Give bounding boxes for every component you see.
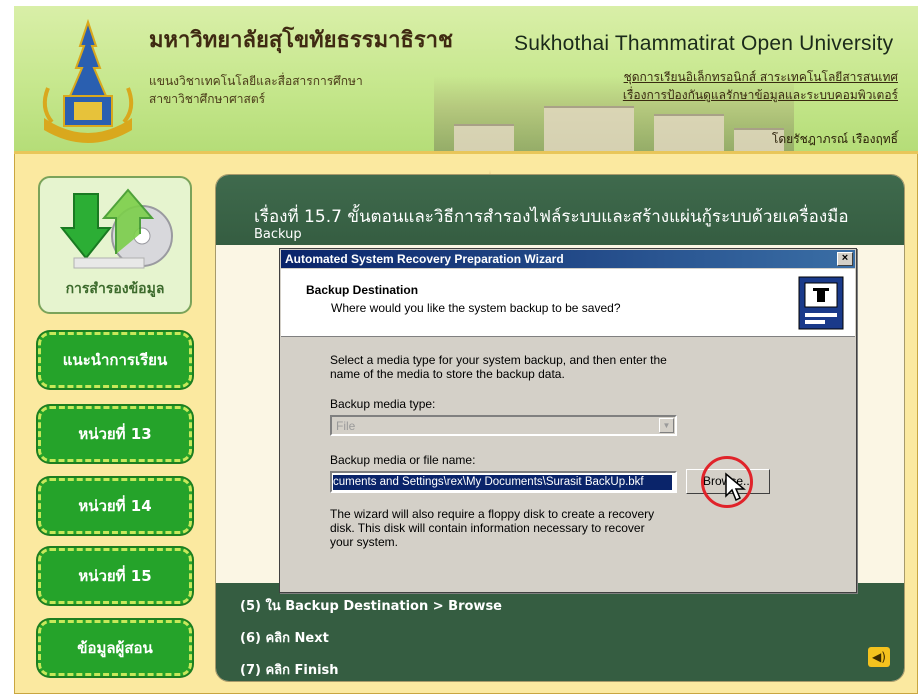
file-name-label: Backup media or file name: bbox=[330, 453, 476, 467]
instructions-footer: (5) ใน Backup Destination > Browse (6) ค… bbox=[216, 583, 904, 681]
note-line-3: your system. bbox=[330, 535, 399, 549]
file-name-input[interactable]: cuments and Settings\rex\My Documents\Su… bbox=[330, 471, 677, 493]
instruction-line-1: Select a media type for your system back… bbox=[330, 353, 667, 367]
department-line-1: แขนงวิชาเทคโนโลยีและสื่อสารการศึกษา bbox=[149, 74, 363, 88]
dialog-subheading: Where would you like the system backup t… bbox=[331, 301, 621, 315]
nav-intro-button[interactable]: แนะนำการเรียน bbox=[38, 332, 192, 388]
dialog-heading: Backup Destination bbox=[306, 283, 419, 297]
university-seal-logo bbox=[42, 18, 134, 143]
dialog-header: Backup Destination Where would you like … bbox=[281, 269, 855, 337]
media-type-select[interactable]: File ▼ bbox=[330, 415, 677, 436]
step-6-text: (6) คลิก Next bbox=[240, 631, 329, 646]
course-series-line-1: ชุดการเรียนอิเล็กทรอนิกส์ สาระเทคโนโลยีส… bbox=[623, 70, 898, 84]
author-credit: โดยรัชฎาภรณ์ เรืองฤทธิ์ bbox=[771, 132, 898, 146]
wizard-dialog: Automated System Recovery Preparation Wi… bbox=[279, 248, 857, 593]
mouse-cursor-icon bbox=[725, 472, 746, 502]
site-header: มหาวิทยาลัยสุโขทัยธรรมาธิราช แขนงวิชาเทค… bbox=[14, 6, 918, 154]
instruction-line-2: name of the media to store the backup da… bbox=[330, 367, 565, 381]
dialog-title: Automated System Recovery Preparation Wi… bbox=[285, 252, 564, 266]
chevron-down-icon[interactable]: ▼ bbox=[659, 418, 674, 433]
course-series-line-2: เรื่องการป้องกันดูแลรักษาข้อมูลและระบบคอ… bbox=[622, 88, 898, 102]
nav-unit-15-button[interactable]: หน่วยที่ 15 bbox=[38, 548, 192, 604]
lesson-title-continued: Backup bbox=[254, 227, 302, 242]
nav-unit-14-button[interactable]: หน่วยที่ 14 bbox=[38, 478, 192, 534]
close-button[interactable]: × bbox=[837, 252, 853, 266]
backup-section-label: การสำรองข้อมูล bbox=[65, 281, 165, 297]
computer-backup-icon bbox=[798, 276, 844, 330]
dialog-titlebar: Automated System Recovery Preparation Wi… bbox=[281, 250, 855, 268]
university-name-thai: มหาวิทยาลัยสุโขทัยธรรมาธิราช bbox=[149, 27, 453, 53]
note-line-2: disk. This disk will contain information… bbox=[330, 521, 645, 535]
media-type-label: Backup media type: bbox=[330, 397, 436, 411]
university-name-english: Sukhothai Thammatirat Open University bbox=[514, 32, 894, 55]
file-name-value: cuments and Settings\rex\My Documents\Su… bbox=[333, 475, 672, 490]
speaker-icon[interactable]: ◀) bbox=[868, 647, 890, 667]
backup-disc-icon bbox=[59, 188, 173, 269]
nav-instructor-info-button[interactable]: ข้อมูลผู้สอน bbox=[38, 620, 192, 676]
step-5-text: (5) ใน Backup Destination > Browse bbox=[240, 599, 502, 614]
department-line-2: สาขาวิชาศึกษาศาสตร์ bbox=[149, 92, 266, 106]
backup-section-button[interactable]: การสำรองข้อมูล bbox=[38, 176, 192, 314]
nav-unit-13-button[interactable]: หน่วยที่ 13 bbox=[38, 406, 192, 462]
media-type-value: File bbox=[336, 419, 356, 433]
step-7-text: (7) คลิก Finish bbox=[240, 663, 339, 678]
note-line-1: The wizard will also require a floppy di… bbox=[330, 507, 655, 521]
content-header: เรื่องที่ 15.7 ขั้นตอนและวิธีการสำรองไฟล… bbox=[216, 175, 904, 245]
lesson-title: เรื่องที่ 15.7 ขั้นตอนและวิธีการสำรองไฟล… bbox=[254, 207, 849, 227]
